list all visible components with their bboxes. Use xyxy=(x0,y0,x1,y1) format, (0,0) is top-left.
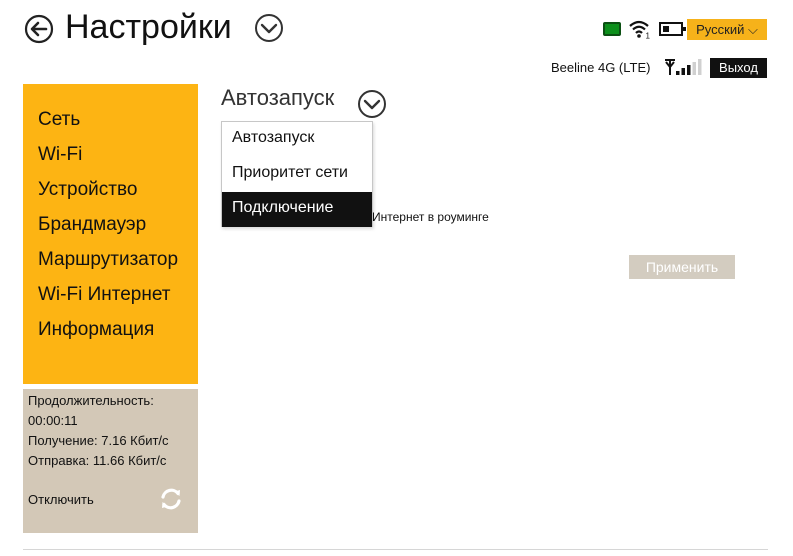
menu-item-network-priority[interactable]: Приоритет сети xyxy=(222,157,372,192)
menu-item-connection[interactable]: Подключение xyxy=(222,192,372,227)
duration-label: Продолжительность: xyxy=(28,393,154,408)
sent-rate: Отправка: 11.66 Кбит/с xyxy=(28,453,167,468)
disconnect-link[interactable]: Отключить xyxy=(28,490,94,510)
logout-button[interactable]: Выход xyxy=(710,58,767,78)
footer-divider xyxy=(23,549,768,550)
page-title: Настройки xyxy=(65,8,232,46)
sidebar-item-wifi[interactable]: Wi-Fi xyxy=(23,137,198,172)
sidebar-item-wifi-internet[interactable]: Wi-Fi Интернет xyxy=(23,277,198,312)
sidebar-item-device[interactable]: Устройство xyxy=(23,172,198,207)
sim-card-icon xyxy=(603,22,621,36)
section-title: Автозапуск xyxy=(221,85,335,110)
signal-strength-icon xyxy=(665,59,702,75)
sidebar-item-firewall[interactable]: Брандмауэр xyxy=(23,207,198,242)
signal-bar xyxy=(681,68,685,75)
sidebar: Сеть Wi-Fi Устройство Брандмауэр Маршрут… xyxy=(23,84,198,384)
received-rate: Получение: 7.16 Кбит/с xyxy=(28,433,169,448)
signal-bar xyxy=(692,62,696,75)
apply-button[interactable]: Применить xyxy=(629,255,735,279)
signal-bar xyxy=(687,65,691,75)
chevron-down-icon[interactable] xyxy=(254,13,284,43)
status-icons: 1 xyxy=(603,18,686,40)
language-select[interactable]: Русский ⌵ xyxy=(687,19,767,40)
sidebar-item-router[interactable]: Маршрутизатор xyxy=(23,242,198,277)
sidebar-item-network[interactable]: Сеть xyxy=(23,102,198,137)
duration-value: 00:00:11 xyxy=(28,413,78,428)
back-arrow-icon[interactable] xyxy=(24,14,54,44)
chevron-down-icon[interactable] xyxy=(357,89,387,119)
sidebar-item-information[interactable]: Информация xyxy=(23,312,198,347)
network-name: Beeline 4G (LTE) xyxy=(551,60,651,75)
section-dropdown-menu: Автозапуск Приоритет сети Подключение xyxy=(221,121,373,227)
wifi-clients-count: 1 xyxy=(646,32,651,40)
wifi-icon: 1 xyxy=(629,20,651,40)
roaming-label: Интернет в роуминге xyxy=(372,210,489,224)
signal-bar xyxy=(698,59,702,75)
signal-bar xyxy=(676,71,680,75)
refresh-icon[interactable] xyxy=(158,486,184,512)
connection-stats: Продолжительность: 00:00:11 Получение: 7… xyxy=(23,389,198,533)
battery-icon xyxy=(659,22,686,36)
menu-item-autostart[interactable]: Автозапуск xyxy=(222,122,372,157)
